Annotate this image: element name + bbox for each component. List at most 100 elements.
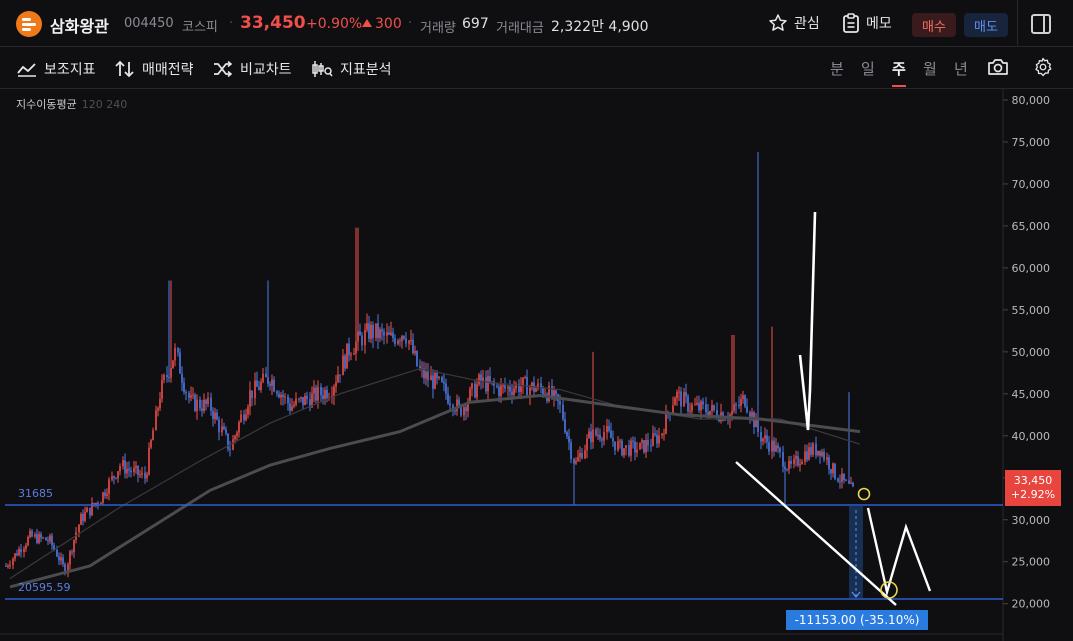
- candle-body: [412, 339, 414, 354]
- candle-body: [843, 473, 845, 481]
- candle-body: [564, 419, 566, 433]
- separator-dot: ·: [229, 16, 234, 31]
- candle-body: [661, 433, 663, 436]
- sell-button[interactable]: 매도: [964, 13, 1008, 37]
- candle-body: [108, 479, 110, 494]
- candle-body: [804, 451, 806, 462]
- candle-body: [86, 507, 88, 513]
- candle-body: [441, 376, 443, 382]
- candle-body: [128, 468, 130, 471]
- candle-body: [359, 331, 361, 336]
- candle-body: [130, 470, 132, 473]
- candle-body: [212, 410, 214, 420]
- period-month-tab[interactable]: 월: [923, 58, 937, 79]
- candle-body: [698, 402, 700, 411]
- indicator-legend[interactable]: 지수이동평균 120 240: [16, 96, 127, 112]
- stock-name[interactable]: 삼화왕관: [50, 13, 109, 37]
- candle-body: [469, 388, 471, 402]
- candle-body: [793, 458, 795, 465]
- candle-body: [397, 340, 399, 344]
- candle-body: [258, 386, 260, 390]
- candle-body: [394, 338, 396, 344]
- period-day-tab[interactable]: 일: [861, 58, 875, 79]
- candle-body: [304, 395, 306, 405]
- candle-body: [555, 390, 557, 395]
- candle-body: [566, 432, 568, 437]
- candle-body: [443, 381, 445, 384]
- period-year-tab[interactable]: 년: [954, 58, 968, 79]
- price-chart[interactable]: 80,000 75,000 70,000 65,000 60,000 55,000 50,0…: [0, 89, 1073, 641]
- candle-body: [476, 384, 478, 398]
- candle-body: [40, 533, 42, 538]
- candle-body: [760, 432, 762, 442]
- candle-body: [449, 403, 451, 406]
- candle-body: [487, 376, 489, 392]
- candle-body: [401, 336, 403, 342]
- star-icon: [769, 14, 787, 31]
- candle-body: [7, 565, 9, 567]
- candle-body: [839, 481, 841, 483]
- period-minute-tab[interactable]: 분: [830, 58, 844, 79]
- candle-body: [386, 332, 388, 336]
- candle-body: [665, 411, 667, 434]
- candle-body: [135, 465, 137, 468]
- current-price: 33,450: [240, 13, 306, 33]
- candle-body: [190, 395, 192, 398]
- candle-body: [148, 447, 150, 475]
- indicator-tool-button[interactable]: 보조지표: [17, 59, 96, 79]
- candle-body: [161, 379, 163, 399]
- candle-body: [652, 433, 654, 446]
- candle-body: [181, 373, 183, 383]
- price-tick-label: 60,000: [1012, 262, 1051, 275]
- candle-body: [38, 533, 40, 543]
- drawn-projection-line[interactable]: [866, 507, 932, 597]
- analysis-tool-button[interactable]: 지표분석: [311, 59, 392, 79]
- compare-tool-button[interactable]: 비교차트: [213, 59, 292, 79]
- candle-body: [507, 386, 509, 389]
- candle-body: [606, 426, 608, 433]
- candle-body: [172, 360, 174, 369]
- period-week-tab[interactable]: 주: [892, 58, 906, 79]
- marker-circle-icon[interactable]: [857, 487, 871, 501]
- candle-body: [188, 393, 190, 398]
- memo-button[interactable]: 메모: [842, 13, 892, 33]
- buy-button[interactable]: 매수: [912, 13, 956, 37]
- camera-icon[interactable]: [987, 57, 1009, 77]
- candle-body: [117, 471, 119, 479]
- candle-body: [619, 440, 621, 442]
- side-panel-toggle-icon[interactable]: [1031, 14, 1051, 34]
- candle-body: [174, 348, 176, 361]
- candle-body: [240, 414, 242, 423]
- drawn-trend-line[interactable]: [735, 461, 897, 606]
- candle-body: [749, 412, 751, 417]
- candle-body: [282, 394, 284, 398]
- candle-body: [577, 457, 579, 462]
- candle-body: [568, 436, 570, 443]
- candle-body: [509, 386, 511, 392]
- candle-body: [465, 407, 467, 412]
- favorite-button[interactable]: 관심: [768, 13, 820, 33]
- candle-body: [243, 414, 245, 421]
- tool-label: 보조지표: [44, 62, 96, 78]
- gear-icon[interactable]: [1033, 57, 1053, 77]
- candle-body: [287, 396, 289, 404]
- candle-body: [559, 401, 561, 405]
- candle-body: [357, 331, 359, 342]
- candle-body: [273, 379, 275, 392]
- strategy-tool-button[interactable]: 매매전략: [115, 59, 194, 79]
- candle-body: [5, 565, 7, 567]
- candle-body: [216, 412, 218, 420]
- candle-body: [271, 379, 273, 386]
- candle-body: [339, 374, 341, 376]
- candle-body: [654, 433, 656, 435]
- candle-body: [636, 449, 638, 453]
- candle-body: [806, 451, 808, 460]
- active-period-underline: [892, 85, 906, 87]
- candle-body: [124, 460, 126, 474]
- drawn-spike-line[interactable]: [798, 211, 817, 431]
- candle-body: [84, 512, 86, 522]
- candle-body: [62, 557, 64, 565]
- candle-body: [383, 331, 385, 336]
- candle-body: [784, 466, 786, 470]
- candle-body: [379, 329, 381, 339]
